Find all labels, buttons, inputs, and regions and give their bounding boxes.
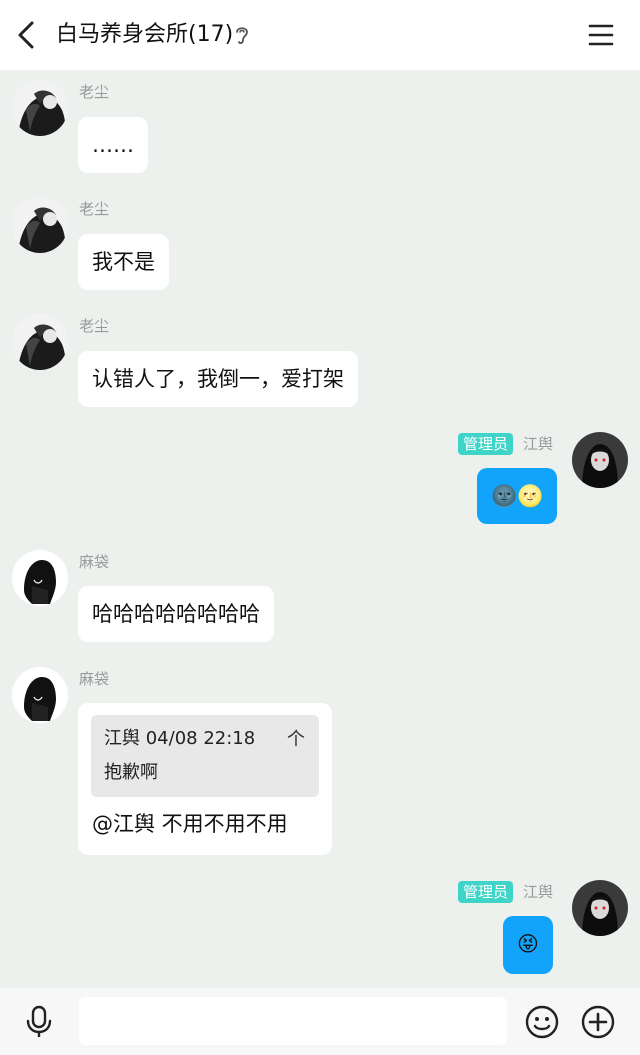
quote-jump-icon[interactable]: 个 xyxy=(287,729,305,751)
message-bubble[interactable]: 我不是 xyxy=(78,234,169,290)
reply-bubble[interactable]: 江舆 04/08 22:18 抱歉啊 个 @江舆 不用不用不用 xyxy=(78,703,332,855)
message-item: 麻袋 哈哈哈哈哈哈哈哈 xyxy=(0,540,640,650)
admin-badge: 管理员 xyxy=(458,433,514,455)
avatar[interactable] xyxy=(572,880,628,936)
avatar[interactable] xyxy=(12,314,68,370)
sender-name: 麻袋 xyxy=(79,670,110,688)
sender-name: 江舆 xyxy=(523,883,554,901)
message-list[interactable]: 老尘 …… 老尘 我不是 老尘 认错人了，我倒一，爱打架 江舆 管理员 🌚🌝 麻… xyxy=(0,70,640,988)
message-bubble[interactable]: …… xyxy=(78,117,148,173)
avatar[interactable] xyxy=(12,667,68,723)
input-bar xyxy=(0,988,640,1055)
admin-badge: 管理员 xyxy=(458,881,514,903)
sender-name: 江舆 xyxy=(523,435,554,453)
message-item: 江舆 管理员 🌚🌝 xyxy=(0,422,640,532)
avatar[interactable] xyxy=(572,432,628,488)
message-item: 麻袋 江舆 04/08 22:18 抱歉啊 个 @江舆 不用不用不用 xyxy=(0,657,640,857)
sender-name: 麻袋 xyxy=(79,553,110,571)
quoted-message[interactable]: 江舆 04/08 22:18 抱歉啊 个 xyxy=(91,715,319,797)
message-bubble[interactable]: 认错人了，我倒一，爱打架 xyxy=(78,351,358,407)
ear-icon xyxy=(236,27,248,44)
message-item: 江舆 管理员 😝 xyxy=(0,870,640,980)
sender-name: 老尘 xyxy=(79,317,110,335)
avatar[interactable] xyxy=(12,550,68,606)
quote-text: 抱歉啊 xyxy=(104,762,158,783)
reply-text: @江舆 不用不用不用 xyxy=(92,812,288,836)
sender-name: 老尘 xyxy=(79,200,110,218)
quote-meta: 江舆 04/08 22:18 xyxy=(104,728,256,749)
chat-header: 白马养身会所(17) xyxy=(0,0,640,70)
emoji-icon[interactable] xyxy=(525,1005,559,1039)
plus-icon[interactable] xyxy=(581,1005,615,1039)
message-item: 老尘 我不是 xyxy=(0,187,640,297)
message-input[interactable] xyxy=(79,997,507,1045)
sender-name: 老尘 xyxy=(79,83,110,101)
avatar[interactable] xyxy=(12,197,68,253)
message-item: 老尘 …… xyxy=(0,70,640,180)
message-bubble[interactable]: 🌚🌝 xyxy=(477,468,558,524)
avatar[interactable] xyxy=(12,80,68,136)
message-bubble[interactable]: 😝 xyxy=(503,916,553,974)
message-item: 老尘 认错人了，我倒一，爱打架 xyxy=(0,304,640,414)
hamburger-menu-icon[interactable] xyxy=(588,22,614,48)
microphone-icon[interactable] xyxy=(22,1005,56,1039)
chat-title[interactable]: 白马养身会所(17) xyxy=(56,18,233,52)
chevron-left-icon[interactable] xyxy=(14,19,40,51)
message-bubble[interactable]: 哈哈哈哈哈哈哈哈 xyxy=(78,586,274,642)
